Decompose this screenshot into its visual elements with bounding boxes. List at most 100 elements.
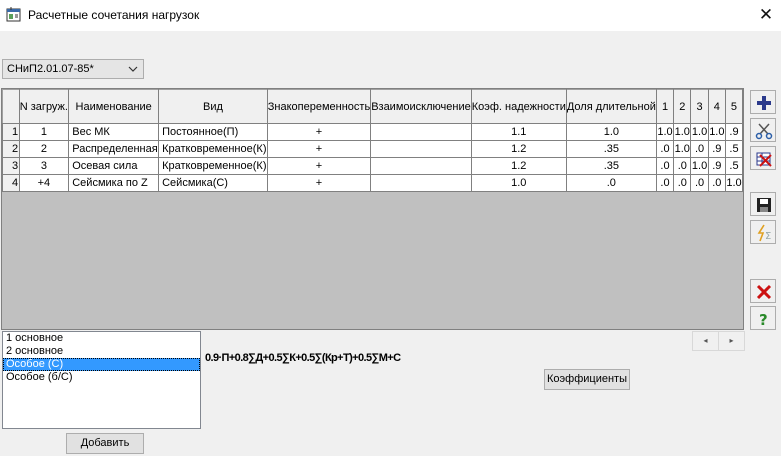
close-dialog-button[interactable]: [750, 279, 776, 303]
title-bar: Расчетные сочетания нагрузок ✕: [0, 0, 781, 31]
row-header[interactable]: 3: [2, 157, 20, 175]
table-cell[interactable]: 1.2: [470, 157, 567, 175]
table-cell[interactable]: .9: [724, 123, 744, 141]
coefficients-button[interactable]: Коэффициенты: [544, 369, 630, 390]
table-cell[interactable]: [370, 140, 472, 158]
help-button[interactable]: ?: [750, 306, 776, 330]
table-cell[interactable]: Осевая сила: [68, 157, 160, 175]
column-header[interactable]: 1: [655, 89, 675, 124]
table-cell[interactable]: .0: [655, 140, 675, 158]
table-cell[interactable]: .0: [690, 140, 709, 158]
table-cell[interactable]: 1.1: [470, 123, 567, 141]
table-cell[interactable]: .35: [565, 157, 657, 175]
table-cell[interactable]: .0: [707, 174, 726, 192]
row-header[interactable]: 1: [2, 123, 20, 141]
norm-select[interactable]: СНиП2.01.07-85*: [2, 59, 144, 79]
table-cell[interactable]: 1.0: [470, 174, 567, 192]
column-header[interactable]: 3: [690, 89, 709, 124]
cut-icon: [755, 123, 773, 140]
scroll-left-button[interactable]: ◂: [692, 331, 719, 351]
table-cell[interactable]: +: [266, 123, 372, 141]
table-cell[interactable]: 1.0: [707, 123, 726, 141]
delete-row-button[interactable]: [750, 146, 776, 170]
table-cell[interactable]: [370, 174, 472, 192]
list-item[interactable]: 2 основное: [3, 345, 200, 358]
row-header[interactable]: 4: [2, 174, 20, 192]
table-cell[interactable]: +4: [18, 174, 70, 192]
table-cell[interactable]: .0: [655, 157, 675, 175]
list-item[interactable]: Особое (б/С): [3, 371, 200, 384]
row-header[interactable]: 2: [2, 140, 20, 158]
list-item[interactable]: Особое (С): [3, 358, 200, 371]
table-cell[interactable]: 1.0: [655, 123, 675, 141]
table-cell[interactable]: +: [266, 140, 372, 158]
table-cell[interactable]: 1.0: [673, 123, 692, 141]
table-cell[interactable]: 1.2: [470, 140, 567, 158]
table-cell[interactable]: 3: [18, 157, 70, 175]
table-cell[interactable]: 1: [18, 123, 70, 141]
column-header[interactable]: 5: [724, 89, 744, 124]
column-header[interactable]: N загруж.: [18, 89, 70, 124]
table-cell[interactable]: Кратковременное(К): [158, 140, 268, 158]
window-close-button[interactable]: ✕: [754, 5, 778, 25]
table-cell[interactable]: .35: [565, 140, 657, 158]
table-cell[interactable]: .5: [724, 140, 744, 158]
table-cell[interactable]: Вес МК: [68, 123, 160, 141]
calculate-icon: Σ: [757, 224, 771, 242]
table-cell[interactable]: Постоянное(П): [158, 123, 268, 141]
loads-table: N загруж. Наименование Вид Знакопеременн…: [2, 89, 744, 192]
table-cell[interactable]: 1.0: [565, 123, 657, 141]
add-combination-button[interactable]: Добавить: [66, 433, 144, 454]
add-icon: [757, 96, 771, 110]
table-cell[interactable]: 1.0: [673, 140, 692, 158]
norm-select-value: СНиП2.01.07-85*: [7, 63, 94, 75]
table-cell[interactable]: [370, 157, 472, 175]
table-row[interactable]: 1 1 Вес МК Постоянное(П) +1.1 1.0 1.0 1.0 1.0 1.0…: [2, 123, 744, 141]
column-header[interactable]: Доля длительной: [565, 89, 657, 124]
table-cell[interactable]: .9: [707, 157, 726, 175]
column-header[interactable]: Наименование: [68, 89, 160, 124]
table-cell[interactable]: +: [266, 174, 372, 192]
table-row[interactable]: 3 3 Осевая сила Кратковременное(К) +1.2.35.0…: [2, 157, 744, 175]
cut-button[interactable]: [750, 118, 776, 142]
add-load-button[interactable]: [750, 90, 776, 114]
table-cell[interactable]: Распределенная: [68, 140, 160, 158]
table-cell[interactable]: Сейсмика(С): [158, 174, 268, 192]
combination-formula: 0.9·П+0.8∑Д+0.5∑К+0.5∑(Кр+Т)+0.5∑М+С: [205, 352, 401, 364]
column-header[interactable]: 2: [673, 89, 692, 124]
chevron-down-icon[interactable]: [127, 62, 139, 76]
table-row[interactable]: 2 2 Распределенная Кратковременное(К) +1.2.3…: [2, 140, 744, 158]
table-cell[interactable]: 1.0: [690, 157, 709, 175]
column-header[interactable]: Взаимоисключение: [370, 89, 472, 124]
svg-text:?: ?: [759, 311, 768, 328]
save-button[interactable]: [750, 192, 776, 216]
table-cell[interactable]: .0: [565, 174, 657, 192]
svg-text:Σ: Σ: [765, 231, 771, 242]
column-header[interactable]: Вид: [158, 89, 268, 124]
table-cell[interactable]: 1.0: [690, 123, 709, 141]
table-cell[interactable]: [370, 123, 472, 141]
table-cell[interactable]: Сейсмика по Z: [68, 174, 160, 192]
scroll-right-button[interactable]: ▸: [718, 331, 745, 351]
table-cell[interactable]: +: [266, 157, 372, 175]
table-cell[interactable]: 2: [18, 140, 70, 158]
table-row[interactable]: 4 +4 Сейсмика по Z Сейсмика(С) +1.0.0.0.0.0.…: [2, 174, 744, 192]
table-cell[interactable]: 1.0: [724, 174, 744, 192]
calculate-button[interactable]: Σ: [750, 220, 776, 244]
table-cell[interactable]: .0: [673, 157, 692, 175]
table-cell[interactable]: .0: [673, 174, 692, 192]
help-icon: ?: [759, 311, 768, 328]
column-header[interactable]: Коэф. надежности: [470, 89, 567, 124]
table-cell[interactable]: .0: [655, 174, 675, 192]
table-cell[interactable]: Кратковременное(К): [158, 157, 268, 175]
column-header[interactable]: Знакопеременность: [266, 89, 372, 124]
list-item[interactable]: 1 основное: [3, 332, 200, 345]
column-header[interactable]: 4: [707, 89, 726, 124]
combination-type-list[interactable]: 1 основное 2 основное Особое (С) Особое (б/…: [2, 331, 201, 429]
table-cell[interactable]: .5: [724, 157, 744, 175]
table-header-row: N загруж. Наименование Вид Знакопеременн…: [2, 89, 744, 124]
table-cell[interactable]: .0: [690, 174, 709, 192]
table-cell[interactable]: .9: [707, 140, 726, 158]
loads-grid-area: N загруж. Наименование Вид Знакопеременн…: [1, 88, 744, 330]
close-icon: [756, 284, 772, 300]
